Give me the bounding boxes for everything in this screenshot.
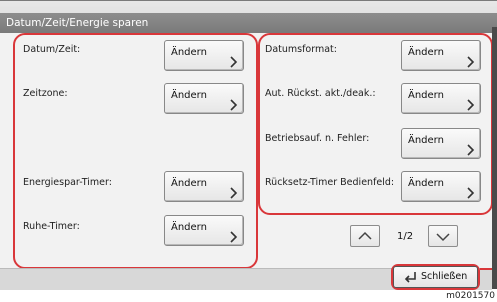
settings-screen: Datum/Zeit/Energie sparen Datum/Zeit: Än…	[0, 0, 497, 302]
chevron-right-icon	[467, 187, 475, 199]
page-indicator: 1/2	[397, 231, 414, 242]
change-betriebsauf-fehler-button[interactable]: Ändern	[401, 128, 481, 159]
button-label: Ändern	[171, 222, 207, 233]
right-edge-bar	[492, 27, 497, 289]
button-label: Ändern	[408, 135, 444, 146]
chevron-right-icon	[230, 56, 238, 68]
figure-code: m0201570	[446, 291, 495, 301]
chevron-right-icon	[230, 231, 238, 243]
label-ruhe-timer: Ruhe-Timer:	[23, 221, 80, 232]
change-ruhe-timer-button[interactable]: Ändern	[164, 215, 244, 246]
chevron-right-icon	[230, 187, 238, 199]
button-label: Ändern	[408, 178, 444, 189]
chevron-right-icon	[467, 99, 475, 111]
page-down-button[interactable]	[428, 225, 458, 247]
button-label: Ändern	[408, 47, 444, 58]
chevron-up-icon	[358, 231, 372, 240]
chevron-right-icon	[230, 99, 238, 111]
button-label: Ändern	[171, 47, 207, 58]
change-zeitzone-button[interactable]: Ändern	[164, 83, 244, 114]
change-energiespar-timer-button[interactable]: Ändern	[164, 171, 244, 202]
close-button-label: Schließen	[421, 271, 468, 282]
label-zeitzone: Zeitzone:	[23, 88, 68, 99]
label-betriebsauf-fehler: Betriebsauf. n. Fehler:	[265, 133, 370, 144]
label-ruecksetz-timer: Rücksetz-Timer Bedienfeld:	[265, 177, 395, 188]
window-title: Datum/Zeit/Energie sparen	[0, 13, 497, 33]
change-datumsformat-button[interactable]: Ändern	[401, 40, 481, 71]
chevron-right-icon	[467, 56, 475, 68]
change-auto-reset-button[interactable]: Ändern	[401, 83, 481, 114]
label-auto-reset: Aut. Rückst. akt./deak.:	[265, 88, 376, 99]
button-label: Ändern	[171, 90, 207, 101]
page-up-button[interactable]	[350, 225, 380, 247]
label-datumsformat: Datumsformat:	[265, 44, 337, 55]
label-datum-zeit: Datum/Zeit:	[23, 44, 81, 55]
chevron-down-icon	[436, 233, 450, 242]
close-button[interactable]: Schließen	[393, 266, 478, 288]
label-energiespar-timer: Energiespar-Timer:	[23, 177, 112, 188]
change-ruecksetz-timer-button[interactable]: Ändern	[401, 171, 481, 202]
button-label: Ändern	[408, 90, 444, 101]
button-label: Ändern	[171, 178, 207, 189]
change-datum-zeit-button[interactable]: Ändern	[164, 40, 244, 71]
enter-return-icon	[404, 272, 416, 283]
chevron-right-icon	[467, 144, 475, 156]
